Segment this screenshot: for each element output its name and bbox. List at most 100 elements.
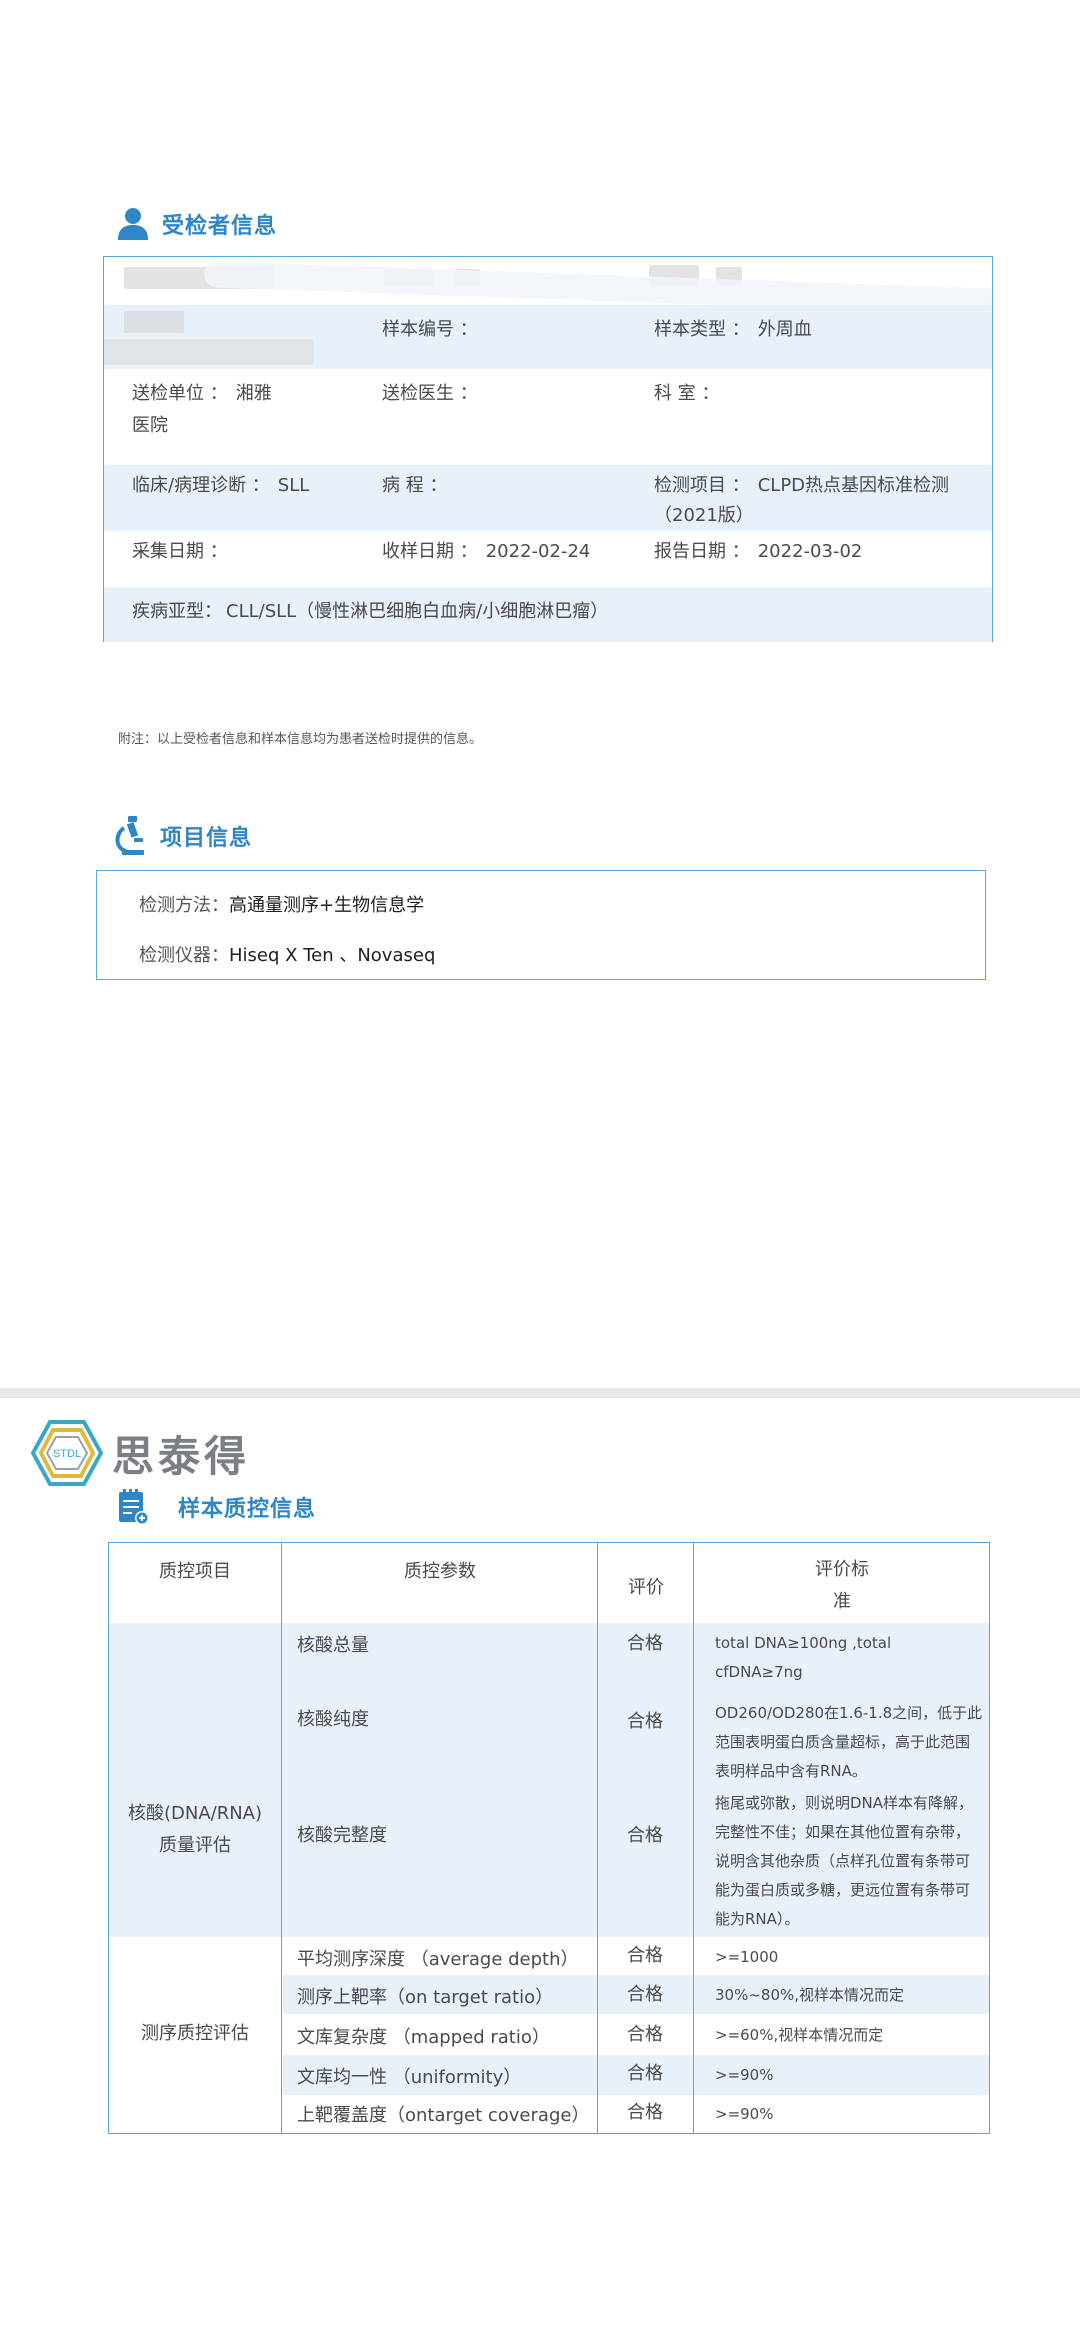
company-logo: STDL 思泰得 xyxy=(30,1418,250,1488)
qc-eval: 合格 xyxy=(627,2063,663,2084)
receive-date-value: 2022-02-24 xyxy=(485,541,591,562)
test-item-value-2: （2021版） xyxy=(654,505,754,526)
redacted-block xyxy=(104,339,314,365)
course-label: 病 程 ： xyxy=(382,475,448,496)
qc-standard-line: OD260/OD280在1.6-1.8之间，低于此 xyxy=(715,1704,983,1722)
person-icon xyxy=(118,208,148,240)
qc-standard-line: 30%~80%,视样本情况而定 xyxy=(715,1986,905,2004)
qc-eval: 合格 xyxy=(627,1825,663,1846)
qc-param: 上靶覆盖度（ontarget coverage） xyxy=(297,2105,590,2126)
unit-value-1: 湘雅 xyxy=(235,383,272,404)
qc-standard-line: 表明样品中含有RNA。 xyxy=(715,1762,867,1780)
sample-type-value: 外周血 xyxy=(757,319,812,340)
qc-standard-line: >=90% xyxy=(715,2066,774,2084)
patient-section-heading: 受检者信息 xyxy=(116,206,277,242)
qc-standard-line: 说明含其他杂质（点样孔位置有条带可 xyxy=(715,1852,971,1870)
unit-field: 送检单位 ： 湘雅 xyxy=(132,379,272,409)
method-value: 高通量测序+生物信息学 xyxy=(229,895,425,916)
column-divider xyxy=(693,1543,694,2133)
qc-standard-line: >=90% xyxy=(715,2105,774,2123)
qc-param: 平均测序深度 （average depth） xyxy=(297,1949,579,1970)
page-separator xyxy=(0,1388,1080,1398)
report-page-1: 受检者信息 样本编号 ： 样本类型 ： 外周血 送检单位 ： 湘雅 医院 送检医生 … xyxy=(0,0,1080,1388)
logo-badge-text: STDL xyxy=(53,1448,81,1460)
collect-date-label: 采集日期 ： xyxy=(132,541,228,562)
document-plus-icon xyxy=(119,1489,149,1525)
project-section-heading: 项目信息 xyxy=(114,814,252,858)
redacted-block xyxy=(124,311,184,333)
qc-standard-line: 完整性不佳；如果在其他位置有杂带， xyxy=(715,1823,971,1841)
qc-standard-line: >=1000 xyxy=(715,1948,779,1966)
dept-label: 科 室 ： xyxy=(654,383,720,404)
info-row-1: 样本编号 ： 样本类型 ： 外周血 xyxy=(104,305,992,369)
qc-param: 核酸总量 xyxy=(297,1635,369,1656)
qc-header-row: 质控项目 质控参数 评价 评价标 准 xyxy=(109,1543,989,1623)
diagnosis-value: SLL xyxy=(277,475,310,496)
info-row-2: 送检单位 ： 湘雅 医院 送检医生 ： 科 室 ： xyxy=(104,369,992,465)
group-seq-name: 测序质控评估 xyxy=(141,2023,249,2044)
qc-section-heading: 样本质控信息 xyxy=(116,1488,316,1526)
header-standard-2: 准 xyxy=(833,1591,851,1612)
report-date-label: 报告日期 ： xyxy=(654,541,750,562)
header-param: 质控参数 xyxy=(404,1561,476,1582)
receive-date-field: 收样日期 ： 2022-02-24 xyxy=(382,537,590,567)
qc-table: 质控项目 质控参数 评价 评价标 准 核酸(DNA/RNA) 质量评估 测序质控… xyxy=(108,1542,990,2134)
sample-type-label: 样本类型 ： xyxy=(654,319,750,340)
qc-standard-line: 能为蛋白质或多糖，更远位置有条带可 xyxy=(715,1881,971,1899)
unit-value-2: 医院 xyxy=(132,415,168,436)
qc-param: 文库复杂度 （mapped ratio） xyxy=(297,2027,550,2048)
report-page-2: STDL 思泰得 样本质控信息 质控项目 质控参数 评价 评价标 准 核酸(DN… xyxy=(0,1398,1080,2340)
sample-no-label: 样本编号 ： xyxy=(382,319,478,340)
diagnosis-label: 临床/病理诊断 ： xyxy=(132,475,270,496)
company-name: 思泰得 xyxy=(112,1431,251,1481)
test-item-field: 检测项目 ： CLPD热点基因标准检测 xyxy=(654,471,949,501)
hexagon-logo-icon: STDL xyxy=(30,1420,104,1486)
patient-section-title: 受检者信息 xyxy=(162,214,278,239)
subtype-label: 疾病亚型： xyxy=(132,601,222,622)
header-eval: 评价 xyxy=(628,1577,664,1598)
test-item-value-1: CLPD热点基因标准检测 xyxy=(757,475,950,496)
info-row-3: 临床/病理诊断 ： SLL 病 程 ： 检测项目 ： CLPD热点基因标准检测 （2… xyxy=(104,465,992,531)
microscope-icon xyxy=(115,816,144,855)
qc-eval: 合格 xyxy=(627,2024,663,2045)
instrument-value: Hiseq X Ten 、Novaseq xyxy=(229,945,436,966)
instrument-label: 检测仪器： xyxy=(139,945,229,966)
qc-eval: 合格 xyxy=(627,1984,663,2005)
group-nucleic-name-1: 核酸(DNA/RNA) xyxy=(127,1803,263,1824)
group-nucleic-name-2: 质量评估 xyxy=(159,1835,231,1856)
qc-eval: 合格 xyxy=(627,1711,663,1732)
project-section-title: 项目信息 xyxy=(160,826,253,851)
sample-type-field: 样本类型 ： 外周血 xyxy=(654,315,812,345)
test-item-label: 检测项目 ： xyxy=(654,475,750,496)
info-row-5: 疾病亚型： CLL/SLL（慢性淋巴细胞白血病/小细胞淋巴瘤） xyxy=(104,587,992,642)
doctor-label: 送检医生 ： xyxy=(382,383,478,404)
header-item: 质控项目 xyxy=(159,1561,231,1582)
method-field: 检测方法：高通量测序+生物信息学 xyxy=(139,891,424,917)
qc-eval: 合格 xyxy=(627,1945,663,1966)
unit-label: 送检单位 ： xyxy=(132,383,228,404)
qc-eval: 合格 xyxy=(627,2102,663,2123)
qc-standard-line: >=60%,视样本情况而定 xyxy=(715,2026,884,2044)
qc-standard-line: cfDNA≥7ng xyxy=(715,1663,803,1681)
qc-standard-line: 拖尾或弥散，则说明DNA样本有降解， xyxy=(715,1794,974,1812)
qc-param: 文库均一性 （uniformity） xyxy=(297,2067,522,2088)
instrument-field: 检测仪器：Hiseq X Ten 、Novaseq xyxy=(139,941,435,967)
report-date-field: 报告日期 ： 2022-03-02 xyxy=(654,537,862,567)
subtype-field: 疾病亚型： CLL/SLL（慢性淋巴细胞白血病/小细胞淋巴瘤） xyxy=(132,597,608,627)
qc-param: 测序上靶率（on target ratio） xyxy=(297,1987,554,2008)
qc-param: 核酸完整度 xyxy=(297,1825,387,1846)
method-label: 检测方法： xyxy=(139,895,229,916)
report-date-value: 2022-03-02 xyxy=(757,541,863,562)
qc-standard-line: 范围表明蛋白质含量超标，高于此范围 xyxy=(715,1733,971,1751)
patient-info-box: 样本编号 ： 样本类型 ： 外周血 送检单位 ： 湘雅 医院 送检医生 ： 科 室 … xyxy=(103,256,993,642)
project-info-box: 检测方法：高通量测序+生物信息学 检测仪器：Hiseq X Ten 、Novas… xyxy=(96,870,986,980)
qc-param: 核酸纯度 xyxy=(297,1709,369,1730)
qc-section-title: 样本质控信息 xyxy=(178,1497,317,1522)
diagnosis-field: 临床/病理诊断 ： SLL xyxy=(132,471,309,501)
qc-eval: 合格 xyxy=(627,1633,663,1654)
column-divider xyxy=(281,1543,282,2133)
receive-date-label: 收样日期 ： xyxy=(382,541,478,562)
info-row-4: 采集日期 ： 收样日期 ： 2022-02-24 报告日期 ： 2022-03-02 xyxy=(104,531,992,587)
qc-standard-line: 能为RNA）。 xyxy=(715,1910,800,1928)
subtype-value: CLL/SLL（慢性淋巴细胞白血病/小细胞淋巴瘤） xyxy=(226,601,609,622)
